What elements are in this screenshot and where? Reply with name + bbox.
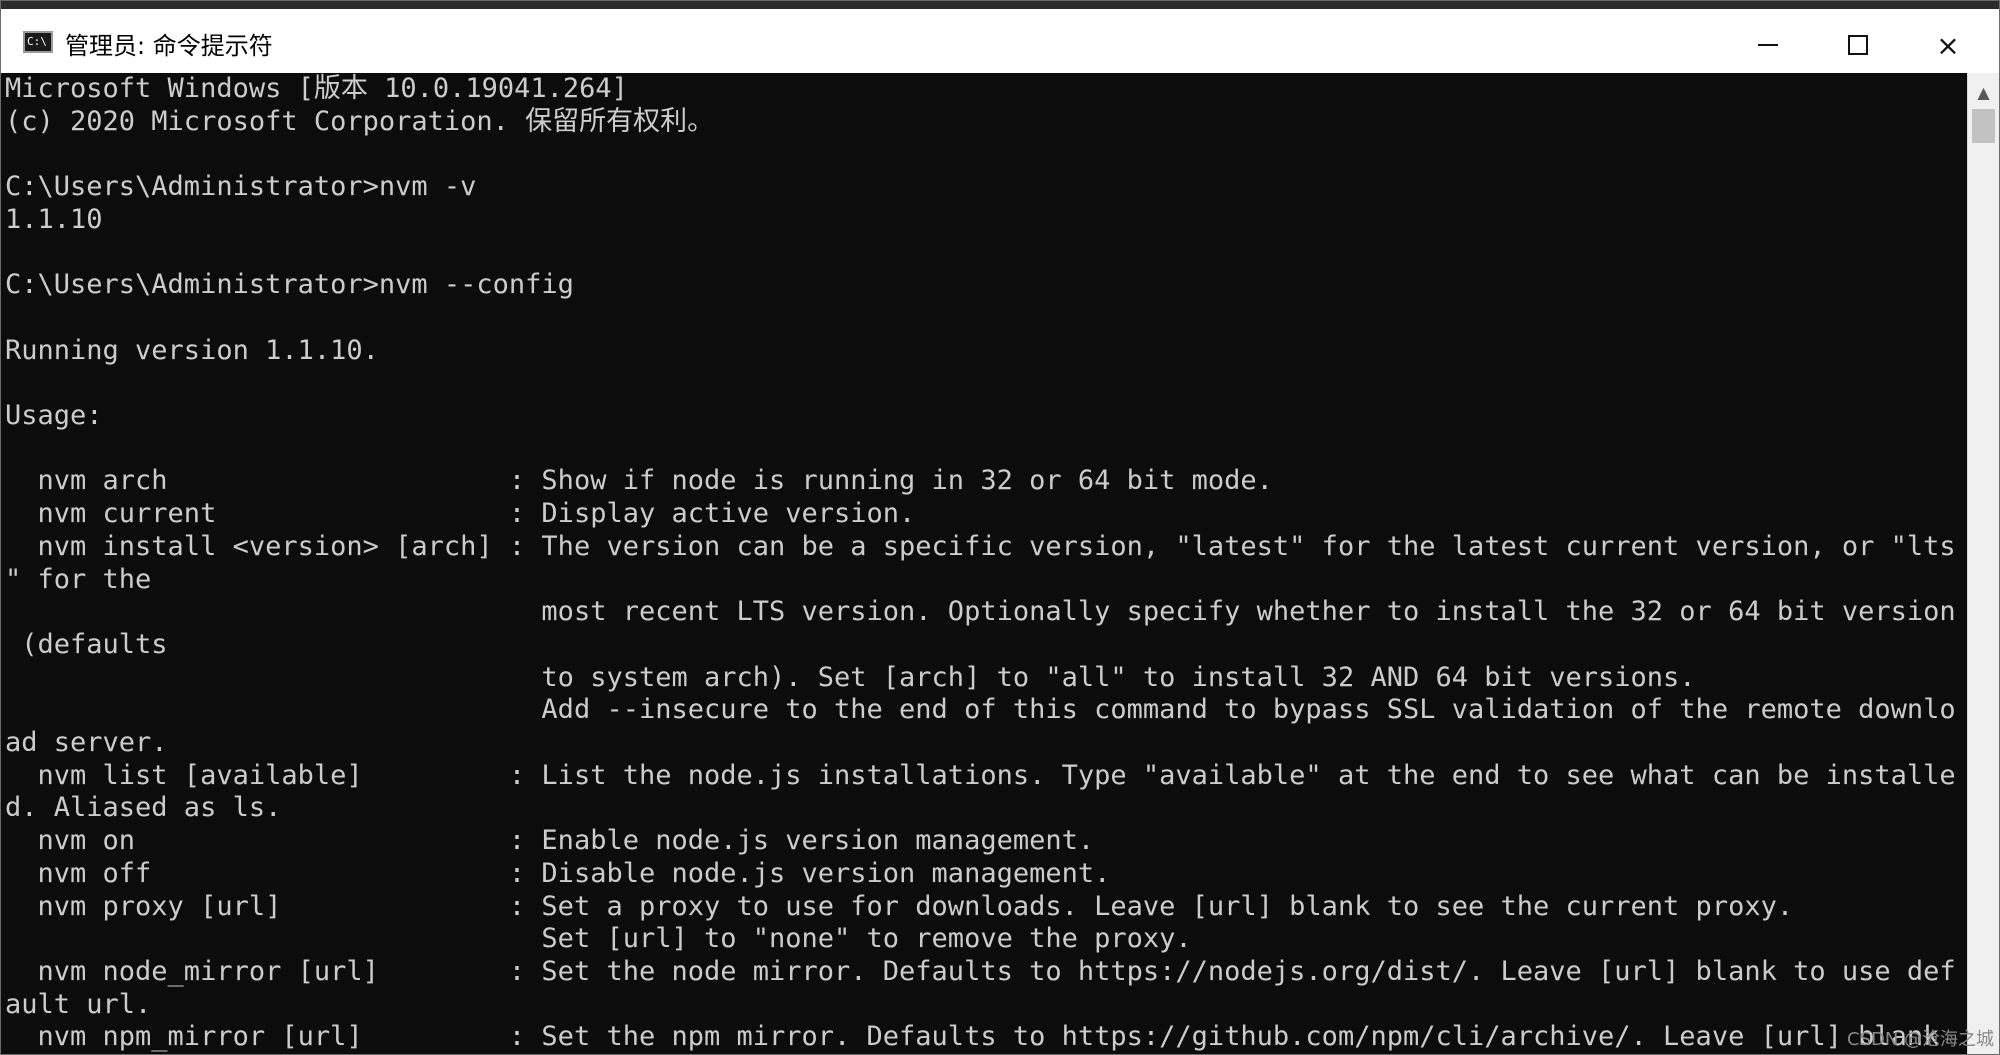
- console-line: (defaults: [5, 628, 168, 660]
- close-icon: ×: [1936, 28, 1960, 62]
- console-line: nvm proxy [url] : Set a proxy to use for…: [5, 890, 1794, 922]
- window-title: 管理员: 命令提示符: [65, 32, 273, 60]
- console-line: most recent LTS version. Optionally spec…: [5, 596, 1956, 628]
- console-line: nvm current : Display active version.: [5, 498, 916, 530]
- minimize-button[interactable]: [1723, 17, 1813, 73]
- scroll-thumb[interactable]: [1972, 109, 1995, 143]
- arrow-up-icon: ▲: [1977, 82, 1990, 102]
- console-output[interactable]: Microsoft Windows [版本 10.0.19041.264] (c…: [1, 73, 1967, 1054]
- minimize-icon: [1758, 44, 1778, 46]
- console-text[interactable]: Microsoft Windows [版本 10.0.19041.264] (c…: [1, 73, 1967, 1054]
- console-line: nvm arch : Show if node is running in 32…: [5, 465, 1273, 497]
- console-line: 1.1.10: [5, 203, 103, 235]
- command-prompt-window: C:\ 管理员: 命令提示符 × Microsoft Windows [版本 1…: [0, 0, 2000, 1055]
- console-line: nvm off : Disable node.js version manage…: [5, 857, 1111, 889]
- scroll-up-button[interactable]: ▲: [1968, 79, 1999, 105]
- console-line: d. Aliased as ls.: [5, 792, 282, 824]
- console-line: Usage:: [5, 400, 103, 432]
- console-icon[interactable]: C:\: [23, 31, 53, 53]
- console-line: to system arch). Set [arch] to "all" to …: [5, 661, 1696, 693]
- console-line: nvm list [available] : List the node.js …: [5, 759, 1956, 791]
- console-line: nvm npm_mirror [url] : Set the npm mirro…: [5, 1021, 1940, 1053]
- maximize-button[interactable]: [1813, 17, 1903, 73]
- console-line: nvm on : Enable node.js version manageme…: [5, 825, 1095, 857]
- console-line: Running version 1.1.10.: [5, 334, 379, 366]
- console-line: C:\Users\Administrator>nvm --config: [5, 269, 574, 301]
- watermark: CSDN @沧海之城: [1847, 1029, 1995, 1050]
- console-line: nvm node_mirror [url] : Set the node mir…: [5, 955, 1956, 987]
- console-line: nvm install <version> [arch] : The versi…: [5, 530, 1956, 562]
- console-line: Microsoft Windows [版本 10.0.19041.264]: [5, 73, 628, 104]
- vertical-scrollbar[interactable]: ▲: [1967, 73, 1999, 1054]
- close-button[interactable]: ×: [1903, 17, 1993, 73]
- title-bar[interactable]: C:\ 管理员: 命令提示符 ×: [1, 1, 1999, 73]
- console-line: Set [url] to "none" to remove the proxy.: [5, 923, 1192, 955]
- console-line: ad server.: [5, 727, 168, 759]
- console-line: ault url.: [5, 988, 152, 1020]
- maximize-icon: [1848, 35, 1868, 55]
- console-line: (c) 2020 Microsoft Corporation. 保留所有权利。: [5, 105, 715, 137]
- console-line: Add --insecure to the end of this comman…: [5, 694, 1956, 726]
- console-line: " for the: [5, 563, 152, 595]
- console-line: C:\Users\Administrator>nvm -v: [5, 171, 477, 203]
